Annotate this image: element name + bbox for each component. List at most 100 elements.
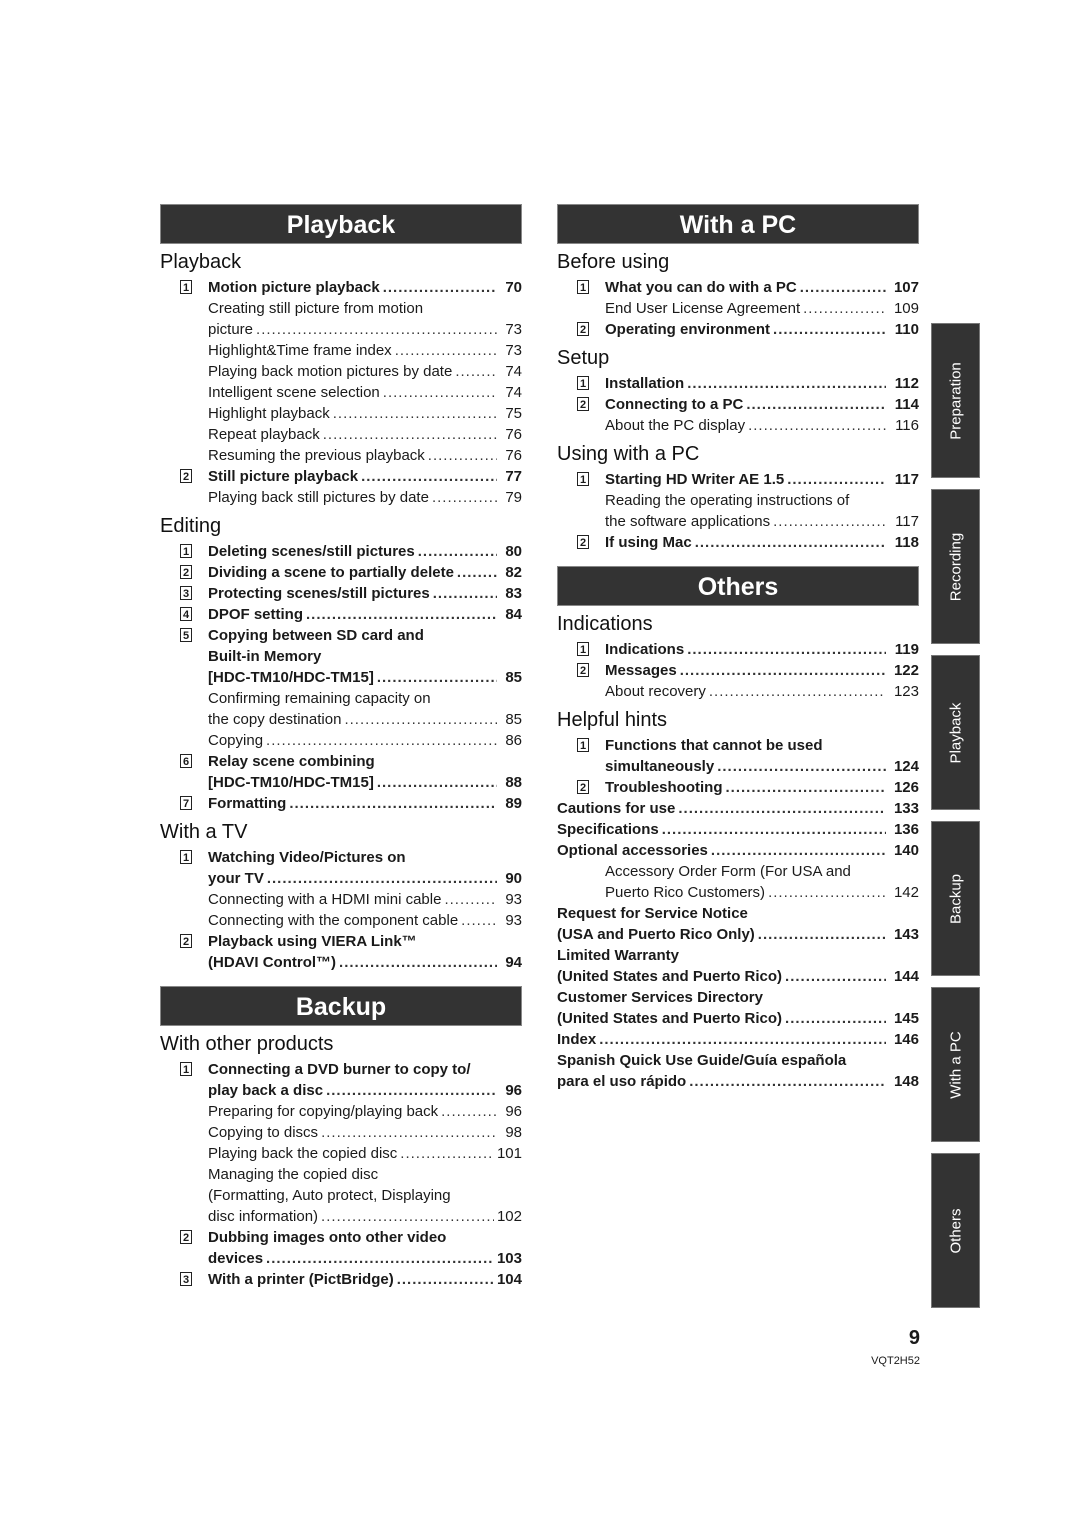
toc-entry[interactable]: 1 Watching Video/Pictures on your TV 90 (160, 847, 522, 889)
page-ref: 80 (505, 543, 522, 560)
toc-entry-title: Connecting to a PC (605, 396, 744, 413)
toc-entry[interactable]: Creating still picture from motion pictur… (160, 298, 522, 340)
toc-entry[interactable]: Connecting with a HDMI mini cable 93 (160, 889, 522, 910)
side-tab-with-pc[interactable]: With a PC (931, 987, 980, 1142)
dot-leader (377, 667, 497, 688)
page-ref: 109 (893, 300, 919, 317)
toc-entry[interactable]: 2 If using Mac 118 (557, 532, 919, 553)
toc-entry[interactable]: Specifications 136 (557, 819, 919, 840)
toc-entry[interactable]: End User License Agreement 109 (557, 298, 919, 319)
toc-entry-title: Connecting with the component cable (208, 912, 459, 929)
side-tab-backup[interactable]: Backup (931, 821, 980, 976)
chapter-banner-others: Others (557, 566, 919, 606)
toc-entry-title: [HDC-TM10/HDC-TM15] (208, 669, 374, 686)
toc-entry[interactable]: Index 146 (557, 1029, 919, 1050)
toc-entry[interactable]: Resuming the previous playback 76 (160, 445, 522, 466)
toc-entry[interactable]: 5 Copying between SD card and Built-in Mem… (160, 625, 522, 688)
toc-entry[interactable]: Highlight playback 75 (160, 403, 522, 424)
toc-entry[interactable]: 3 With a printer (PictBridge) 104 (160, 1269, 522, 1290)
toc-list: 1 Connecting a DVD burner to copy to/play… (160, 1059, 522, 1290)
toc-entry[interactable]: 2 Troubleshooting 126 (557, 777, 919, 798)
toc-entry[interactable]: 2 Still picture playback 77 (160, 466, 522, 487)
section-title-indications: Indications (557, 613, 653, 635)
toc-entry-text-line: Confirming remaining capacity on (208, 690, 431, 707)
toc-entry[interactable]: Accessory Order Form (For USA and Puerto … (557, 861, 919, 903)
toc-entry[interactable]: 4 DPOF setting 84 (160, 604, 522, 625)
page-ref: 73 (505, 342, 522, 359)
chapter-banner-backup: Backup (160, 986, 522, 1026)
toc-entry[interactable]: Playing back still pictures by date 79 (160, 487, 522, 508)
toc-entry[interactable]: Playing back motion pictures by date 74 (160, 361, 522, 382)
toc-entry[interactable]: 6 Relay scene combining [HDC-TM10/HDC-TM15… (160, 751, 522, 793)
side-tabs: Preparation Recording Playback Backup Wi… (931, 323, 980, 1319)
dot-leader (441, 1101, 497, 1122)
toc-entry[interactable]: Intelligent scene selection 74 (160, 382, 522, 403)
toc-entry[interactable]: Copying to discs 98 (160, 1122, 522, 1143)
toc-entry[interactable]: Managing the copied disc (Formatting, Aut… (160, 1164, 522, 1227)
left-column: Playback Playback 1 Motion picture playba… (160, 204, 522, 1290)
toc-entry[interactable]: Playing back the copied disc 101 (160, 1143, 522, 1164)
toc-entry[interactable]: Connecting with the component cable 93 (160, 910, 522, 931)
dot-leader (306, 604, 497, 625)
toc-entry[interactable]: 2 Dubbing images onto other video devices 1… (160, 1227, 522, 1269)
dot-leader (711, 840, 886, 861)
toc-entry[interactable]: 2 Operating environment 110 (557, 319, 919, 340)
page-ref: 122 (893, 662, 919, 679)
dot-leader (687, 639, 886, 660)
toc-entry[interactable]: 7 Formatting 89 (160, 793, 522, 814)
page-ref: 142 (893, 884, 919, 901)
step-number-badge: 2 (577, 322, 589, 336)
dot-leader (687, 373, 886, 394)
chapter-banner-with-pc: With a PC (557, 204, 919, 244)
dot-leader (803, 298, 886, 319)
side-tab-recording[interactable]: Recording (931, 489, 980, 644)
toc-entry[interactable]: About recovery 123 (557, 681, 919, 702)
section-title-before-using: Before using (557, 251, 670, 273)
toc-entry[interactable]: 1 Deleting scenes/still pictures 80 (160, 541, 522, 562)
toc-entry[interactable]: 1 Connecting a DVD burner to copy to/play… (160, 1059, 522, 1101)
toc-entry-title: Highlight&Time frame index (208, 342, 392, 359)
step-number-badge: 6 (180, 754, 192, 768)
toc-entry[interactable]: Limited Warranty (United States and Puert… (557, 945, 919, 987)
toc-entry[interactable]: Repeat playback 76 (160, 424, 522, 445)
toc-entry[interactable]: 2 Dividing a scene to partially delete 82 (160, 562, 522, 583)
dot-leader (383, 277, 497, 298)
toc-entry[interactable]: Spanish Quick Use Guide/Guía española par… (557, 1050, 919, 1092)
toc-entry[interactable]: Optional accessories 140 (557, 840, 919, 861)
toc-entry[interactable]: Copying 86 (160, 730, 522, 751)
toc-entry[interactable]: Preparing for copying/playing back 96 (160, 1101, 522, 1122)
toc-entry[interactable]: 1 Functions that cannot be used simultaneo… (557, 735, 919, 777)
page-ref: 82 (505, 564, 522, 581)
toc-entry[interactable]: 1 Installation 112 (557, 373, 919, 394)
toc-entry[interactable]: Confirming remaining capacity on the copy… (160, 688, 522, 730)
toc-entry[interactable]: Customer Services Directory (United State… (557, 987, 919, 1029)
dot-leader (326, 1080, 497, 1101)
dot-leader (461, 910, 497, 931)
toc-entry[interactable]: 1 Indications 119 (557, 639, 919, 660)
side-tab-preparation[interactable]: Preparation (931, 323, 980, 478)
toc-entry[interactable]: Reading the operating instructions of the… (557, 490, 919, 532)
dot-leader (709, 681, 886, 702)
toc-entry-title: About the PC display (605, 417, 746, 434)
dot-leader (457, 562, 497, 583)
toc-entry[interactable]: 1 Motion picture playback 70 (160, 277, 522, 298)
toc-entry-text-line: Spanish Quick Use Guide/Guía española (557, 1052, 847, 1069)
toc-entry[interactable]: 2 Connecting to a PC 114 (557, 394, 919, 415)
toc-entry[interactable]: 2 Messages 122 (557, 660, 919, 681)
toc-entry[interactable]: About the PC display 116 (557, 415, 919, 436)
toc-entry[interactable]: Cautions for use 133 (557, 798, 919, 819)
step-number-badge: 5 (180, 628, 192, 642)
dot-leader (432, 487, 497, 508)
toc-entry[interactable]: Request for Service Notice (USA and Puert… (557, 903, 919, 945)
dot-leader (339, 952, 497, 973)
dot-leader (768, 882, 886, 903)
toc-entry[interactable]: 1 Starting HD Writer AE 1.5 117 (557, 469, 919, 490)
toc-entry[interactable]: 3 Protecting scenes/still pictures 83 (160, 583, 522, 604)
toc-entry[interactable]: 2 Playback using VIERA Link™ (HDAVI Contro… (160, 931, 522, 973)
side-tab-others[interactable]: Others (931, 1153, 980, 1308)
toc-entry[interactable]: 1 What you can do with a PC 107 (557, 277, 919, 298)
dot-leader (267, 868, 497, 889)
side-tab-playback[interactable]: Playback (931, 655, 980, 810)
page-ref: 75 (505, 405, 522, 422)
toc-entry[interactable]: Highlight&Time frame index 73 (160, 340, 522, 361)
